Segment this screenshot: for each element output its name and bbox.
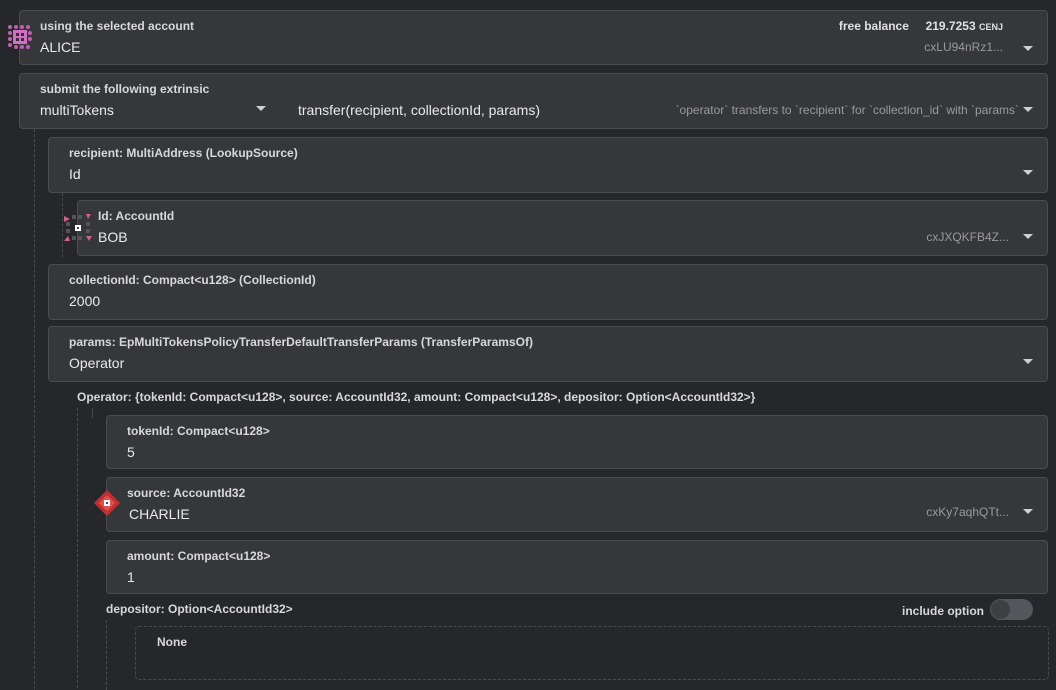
source-value: CHARLIE [129, 506, 190, 522]
chevron-down-icon[interactable] [1023, 359, 1033, 364]
nest-line [62, 193, 63, 257]
collection-value: 2000 [69, 293, 101, 309]
chevron-down-icon[interactable] [1023, 170, 1033, 175]
params-dropdown[interactable]: params: EpMultiTokensPolicyTransferDefau… [48, 326, 1048, 382]
token-value: 5 [127, 444, 135, 460]
operator-label: Operator: {tokenId: Compact<u128>, sourc… [77, 390, 756, 404]
account-selector[interactable]: using the selected account ALICE free ba… [19, 10, 1048, 65]
nest-line [92, 408, 93, 418]
chevron-down-icon[interactable] [1023, 234, 1033, 239]
amount-input[interactable]: amount: Compact<u128> 1 [106, 540, 1048, 594]
none-label: None [157, 635, 187, 649]
depositor-label: depositor: Option<AccountId32> [106, 602, 293, 616]
chevron-down-icon[interactable] [1023, 46, 1033, 51]
collection-label: collectionId: Compact<u128> (CollectionI… [69, 273, 316, 287]
extrinsic-selector: submit the following extrinsic multiToke… [19, 73, 1048, 129]
token-id-input[interactable]: tokenId: Compact<u128> 5 [106, 415, 1048, 469]
params-value: Operator [69, 355, 125, 371]
nest-line [106, 620, 107, 690]
bob-identicon [64, 214, 92, 241]
recipient-dropdown[interactable]: recipient: MultiAddress (LookupSource) I… [48, 137, 1048, 193]
free-balance: free balance 219.7253 CENJ [838, 19, 1003, 33]
alice-identicon [8, 25, 32, 49]
method-description: `operator` transfers to `recipient` for … [675, 103, 1019, 117]
nest-line [34, 129, 35, 689]
extrinsic-label: submit the following extrinsic [40, 82, 210, 96]
chevron-down-icon[interactable] [1023, 107, 1033, 112]
amount-value: 1 [127, 569, 135, 585]
include-option-toggle[interactable] [990, 599, 1033, 620]
depositor-none-box: None [135, 626, 1049, 680]
chevron-down-icon[interactable] [1023, 509, 1033, 514]
recipient-value: Id [69, 166, 81, 182]
method-dropdown[interactable]: transfer(recipient, collectionId, params… [298, 102, 540, 118]
collection-id-input[interactable]: collectionId: Compact<u128> (CollectionI… [48, 264, 1048, 320]
id-label: Id: AccountId [98, 209, 175, 223]
section-dropdown[interactable]: multiTokens [40, 102, 114, 118]
id-value: BOB [98, 229, 128, 245]
account-value: ALICE [40, 39, 81, 55]
nest-line [77, 408, 78, 688]
account-label: using the selected account [40, 19, 195, 33]
id-address: cxJXQKFB4Z... [926, 230, 1009, 244]
include-option-label: include option [902, 604, 984, 618]
source-account-selector[interactable]: source: AccountId32 CHARLIE cxKy7aqhQTt.… [106, 477, 1048, 532]
recipient-label: recipient: MultiAddress (LookupSource) [69, 146, 298, 160]
chevron-down-icon[interactable] [256, 106, 266, 111]
params-label: params: EpMultiTokensPolicyTransferDefau… [69, 335, 533, 349]
source-label: source: AccountId32 [127, 486, 246, 500]
source-address: cxKy7aqhQTt... [926, 505, 1009, 519]
charlie-identicon [94, 490, 120, 516]
id-account-selector[interactable]: Id: AccountId BOB cxJXQKFB4Z... [77, 200, 1048, 256]
token-label: tokenId: Compact<u128> [127, 424, 270, 438]
account-address: cxLU94nRz1... [924, 40, 1003, 54]
amount-label: amount: Compact<u128> [127, 549, 271, 563]
